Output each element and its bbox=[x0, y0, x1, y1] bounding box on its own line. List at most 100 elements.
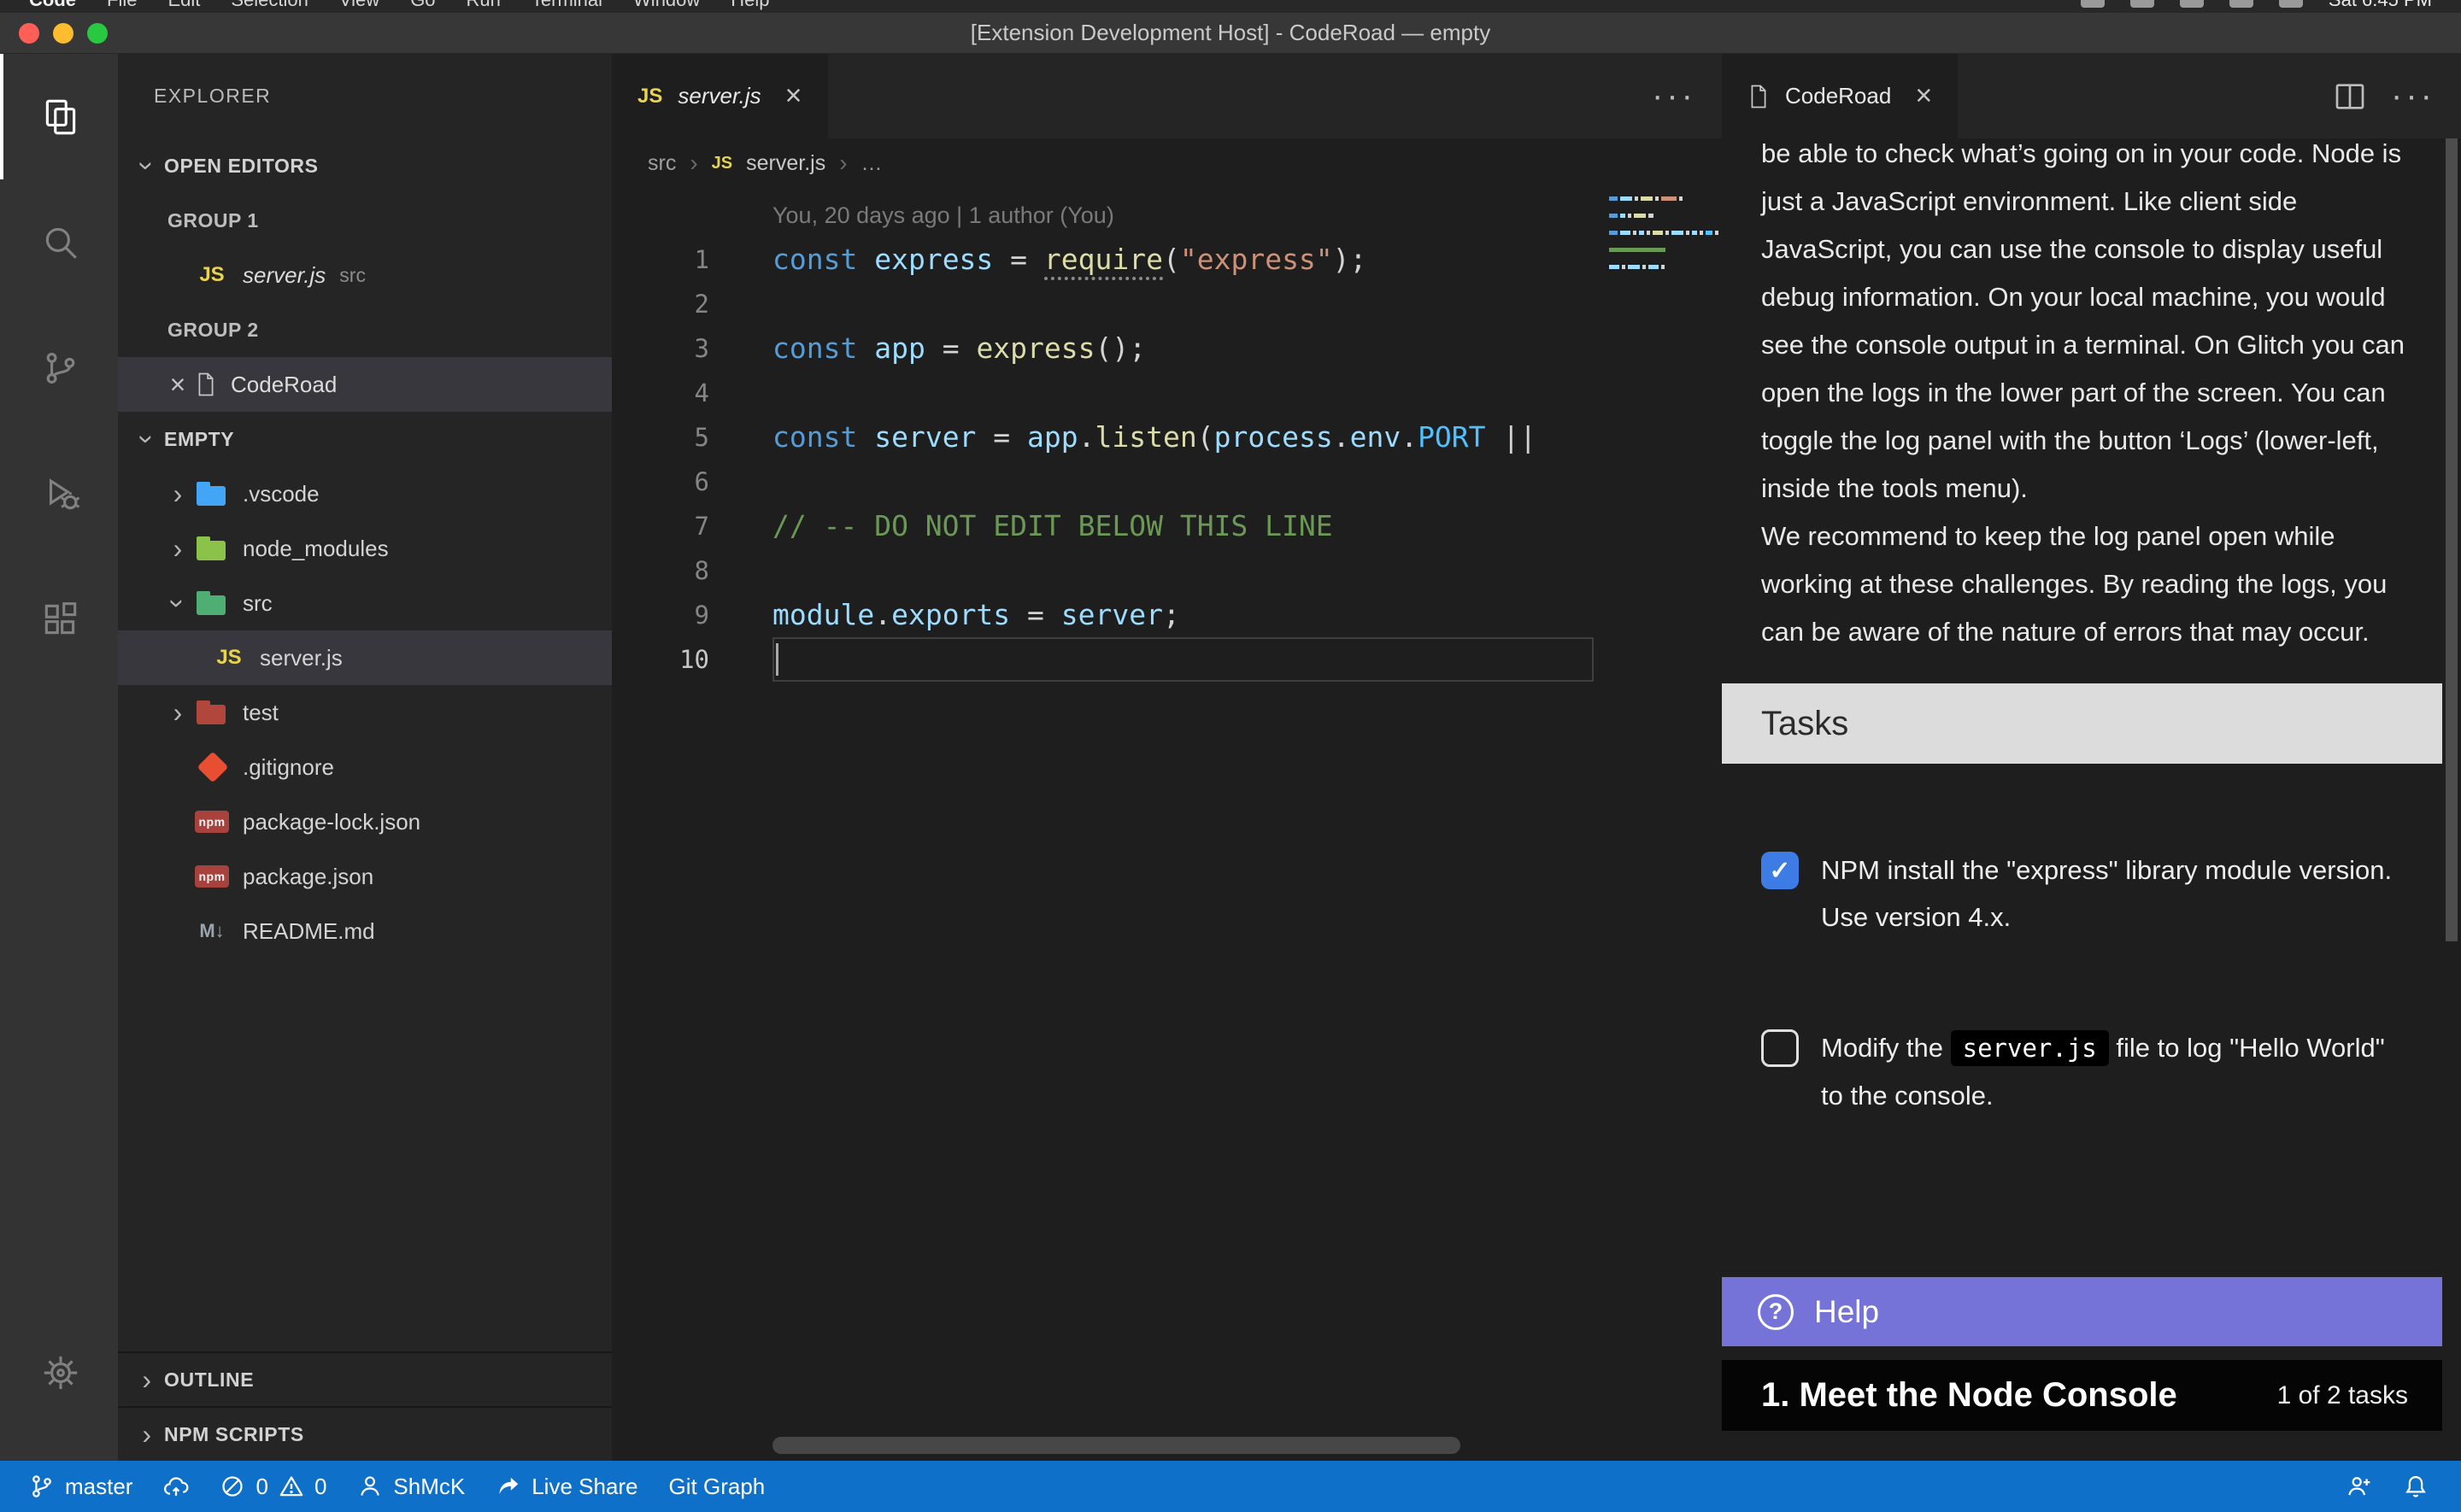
open-editor-server-js[interactable]: JS server.js src bbox=[118, 248, 612, 302]
code-line-5[interactable]: 5const server = app.listen(process.env.P… bbox=[612, 415, 1722, 460]
menu-window[interactable]: Window bbox=[633, 0, 700, 11]
settings-gear-icon[interactable] bbox=[0, 1310, 118, 1435]
line-number: 4 bbox=[612, 371, 709, 415]
tree-item-node-modules[interactable]: ›node_modules bbox=[118, 521, 612, 576]
section-workspace-empty[interactable]: › EMPTY bbox=[118, 412, 612, 466]
menubar-status-icon[interactable] bbox=[2229, 0, 2253, 8]
vertical-scrollbar[interactable] bbox=[2442, 138, 2461, 1461]
js-icon: JS bbox=[637, 85, 662, 108]
menubar-status-icon[interactable] bbox=[2180, 0, 2204, 8]
run-debug-icon[interactable] bbox=[0, 431, 118, 556]
chevron-right-icon: › bbox=[130, 1419, 164, 1450]
split-editor-icon[interactable] bbox=[2333, 79, 2367, 114]
line-number: 5 bbox=[612, 415, 709, 460]
code-line-3[interactable]: 3const app = express(); bbox=[612, 326, 1722, 371]
scrollbar-thumb[interactable] bbox=[2446, 138, 2458, 941]
breadcrumb-file[interactable]: server.js bbox=[746, 151, 825, 176]
more-actions-icon[interactable]: ··· bbox=[1652, 77, 1696, 115]
status-live-share[interactable]: Live Share bbox=[480, 1461, 653, 1512]
status-problems[interactable]: 0 0 bbox=[204, 1461, 342, 1512]
title-bar: [Extension Development Host] - CodeRoad … bbox=[0, 13, 2461, 54]
horizontal-scrollbar[interactable] bbox=[772, 1437, 1460, 1454]
status-sync[interactable] bbox=[148, 1461, 204, 1512]
tree-item-src[interactable]: ›src bbox=[118, 576, 612, 630]
tree-item-label: .vscode bbox=[243, 481, 320, 507]
menu-edit[interactable]: Edit bbox=[167, 0, 200, 11]
status-branch[interactable]: master bbox=[14, 1461, 148, 1512]
status-git-graph[interactable]: Git Graph bbox=[654, 1461, 781, 1512]
file-npm-icon: npm bbox=[195, 811, 229, 833]
close-window-button[interactable] bbox=[19, 23, 39, 44]
checkbox-unchecked-icon[interactable] bbox=[1761, 1029, 1799, 1067]
lesson-progress-bar[interactable]: 1. Meet the Node Console 1 of 2 tasks bbox=[1722, 1360, 2442, 1431]
minimap[interactable] bbox=[1609, 196, 1705, 282]
menu-help[interactable]: Help bbox=[731, 0, 769, 11]
menu-view[interactable]: View bbox=[339, 0, 379, 11]
code-line-6[interactable]: 6 bbox=[612, 460, 1722, 504]
code-editor[interactable]: You, 20 days ago | 1 author (You) 1const… bbox=[612, 188, 1722, 1461]
sidebar-title: EXPLORER bbox=[118, 54, 612, 138]
line-number: 1 bbox=[612, 237, 709, 282]
breadcrumb-folder[interactable]: src bbox=[648, 151, 676, 176]
code-line-2[interactable]: 2 bbox=[612, 282, 1722, 326]
menubar-status-icons: Sat 6:45 PM bbox=[2081, 0, 2432, 11]
menu-go[interactable]: Go bbox=[410, 0, 435, 11]
code-line-7[interactable]: 7// -- DO NOT EDIT BELOW THIS LINE bbox=[612, 504, 1722, 548]
tree-item--vscode[interactable]: ›.vscode bbox=[118, 466, 612, 521]
chevron-right-icon: › bbox=[161, 697, 195, 729]
more-actions-icon[interactable]: ··· bbox=[2391, 77, 2435, 115]
section-outline[interactable]: › OUTLINE bbox=[118, 1351, 612, 1406]
code-line-4[interactable]: 4 bbox=[612, 371, 1722, 415]
search-icon[interactable] bbox=[0, 179, 118, 305]
source-control-icon[interactable] bbox=[0, 305, 118, 431]
task-progress-count: 1 of 2 tasks bbox=[2277, 1381, 2408, 1410]
tree-item--gitignore[interactable]: ›.gitignore bbox=[118, 740, 612, 794]
maximize-window-button[interactable] bbox=[87, 23, 108, 44]
checkbox-checked-icon[interactable]: ✓ bbox=[1761, 852, 1799, 889]
section-npm-scripts[interactable]: › NPM SCRIPTS bbox=[118, 1406, 612, 1461]
lesson-paragraph: We recommend to keep the log panel open … bbox=[1761, 513, 2422, 656]
menu-run[interactable]: Run bbox=[467, 0, 501, 11]
breadcrumb-symbol[interactable]: … bbox=[861, 151, 883, 176]
file-js-icon: JS bbox=[212, 641, 246, 675]
line-content bbox=[709, 637, 1722, 682]
close-tab-icon[interactable]: × bbox=[785, 79, 802, 113]
tree-item-test[interactable]: ›test bbox=[118, 685, 612, 740]
menu-selection[interactable]: Selection bbox=[231, 0, 308, 11]
tree-item-package-lock-json[interactable]: ›npmpackage-lock.json bbox=[118, 794, 612, 849]
code-line-10[interactable]: 10 bbox=[612, 637, 1722, 682]
line-content bbox=[709, 282, 1722, 326]
tab-server-js[interactable]: JS server.js × bbox=[612, 54, 828, 138]
close-tab-icon[interactable]: × bbox=[1915, 79, 1932, 113]
extensions-icon[interactable] bbox=[0, 556, 118, 682]
tree-item-server-js[interactable]: ›JSserver.js bbox=[118, 630, 612, 685]
status-feedback[interactable] bbox=[2331, 1461, 2388, 1512]
task-item-2: Modify the server.js file to log "Hello … bbox=[1722, 1024, 2442, 1119]
help-bar[interactable]: ? Help bbox=[1722, 1277, 2442, 1346]
menu-terminal[interactable]: Terminal bbox=[532, 0, 602, 11]
chevron-right-icon: › bbox=[839, 149, 847, 177]
code-line-8[interactable]: 8 bbox=[612, 548, 1722, 593]
tab-label: CodeRoad bbox=[1785, 83, 1891, 109]
menubar-status-icon[interactable] bbox=[2279, 0, 2303, 8]
menubar-clock: Sat 6:45 PM bbox=[2329, 0, 2432, 11]
tab-coderoad[interactable]: CodeRoad × bbox=[1722, 54, 1958, 138]
section-open-editors[interactable]: › OPEN EDITORS bbox=[118, 138, 612, 193]
menubar-status-icon[interactable] bbox=[2130, 0, 2154, 8]
code-line-1[interactable]: 1const express = require("express"); bbox=[612, 237, 1722, 282]
close-icon[interactable]: × bbox=[161, 369, 195, 401]
explorer-icon[interactable] bbox=[0, 54, 118, 179]
minimize-window-button[interactable] bbox=[53, 23, 73, 44]
tree-item-package-json[interactable]: ›npmpackage.json bbox=[118, 849, 612, 904]
share-arrow-icon bbox=[496, 1474, 521, 1499]
line-content: // -- DO NOT EDIT BELOW THIS LINE bbox=[709, 504, 1722, 548]
menu-code[interactable]: Code bbox=[29, 0, 76, 11]
open-editor-coderoad[interactable]: × CodeRoad bbox=[118, 357, 612, 412]
status-notifications[interactable] bbox=[2388, 1461, 2444, 1512]
status-account[interactable]: ShMcK bbox=[342, 1461, 480, 1512]
menu-file[interactable]: File bbox=[107, 0, 137, 11]
breadcrumb[interactable]: src › JS server.js › … bbox=[612, 138, 1722, 188]
tree-item-readme-md[interactable]: ›M↓README.md bbox=[118, 904, 612, 958]
code-line-9[interactable]: 9module.exports = server; bbox=[612, 593, 1722, 637]
menubar-status-icon[interactable] bbox=[2081, 0, 2105, 8]
